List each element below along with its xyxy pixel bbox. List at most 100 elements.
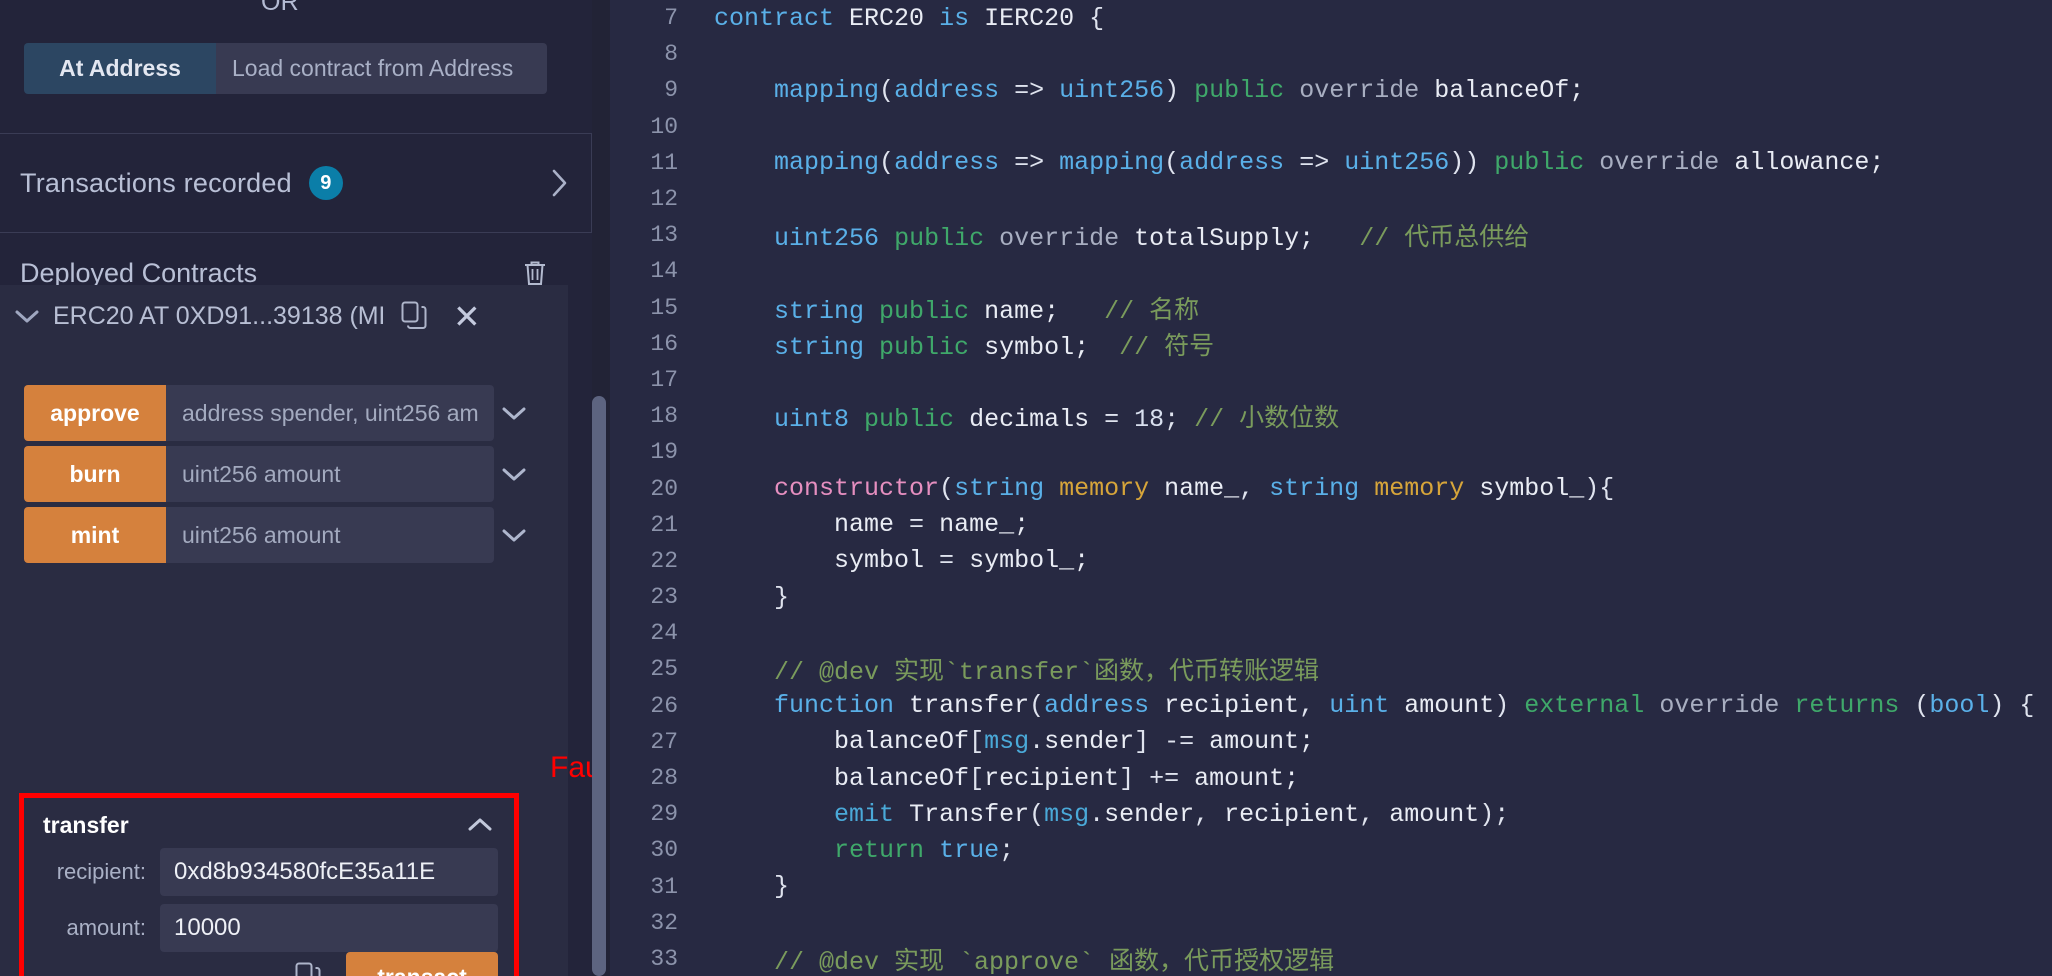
- recipient-label: recipient:: [56, 859, 146, 884]
- line-number: 24: [650, 620, 678, 647]
- line-number: 7: [664, 5, 678, 32]
- function-input-mint[interactable]: [166, 507, 494, 563]
- code-text: balanceOf[recipient] += amount;: [834, 763, 1300, 793]
- at-address-row: At Address: [24, 43, 547, 94]
- contract-title: ERC20 AT 0XD91...39138 (MEMOF: [53, 301, 383, 330]
- code-line: 24: [610, 615, 2052, 651]
- transfer-title: transfer: [43, 811, 129, 838]
- line-number: 12: [650, 186, 678, 213]
- code-line: 23 }: [610, 579, 2052, 615]
- code-line: 27 balanceOf[msg.sender] -= amount;: [610, 724, 2052, 760]
- code-text: }: [714, 582, 790, 612]
- line-number: 26: [650, 692, 678, 719]
- function-input-burn[interactable]: [166, 446, 494, 502]
- code-text: string public name; // 名称: [774, 296, 1200, 326]
- transact-button[interactable]: transact: [346, 952, 498, 976]
- code-text: // @dev 实现`transfer`函数，代币转账逻辑: [774, 658, 1320, 688]
- code-line: 8: [610, 36, 2052, 72]
- line-number: 19: [650, 439, 678, 466]
- code-text: name = name_;: [834, 510, 1030, 540]
- line-number: 25: [650, 656, 678, 683]
- line-number: 31: [650, 873, 678, 900]
- code-line: 15 string public name; // 名称: [610, 290, 2052, 326]
- chevron-down-icon[interactable]: [14, 308, 40, 324]
- line-number: 8: [664, 41, 678, 68]
- code-line: 14: [610, 253, 2052, 289]
- contract-header[interactable]: ERC20 AT 0XD91...39138 (MEMOF ✕: [0, 285, 568, 347]
- code-line: 25 // @dev 实现`transfer`函数，代币转账逻辑: [610, 651, 2052, 687]
- line-number: 33: [650, 945, 678, 972]
- line-number: 29: [650, 801, 678, 828]
- code-line: 9 mapping(address => uint256) public ove…: [610, 72, 2052, 108]
- code-text: balanceOf[msg.sender] -= amount;: [834, 727, 1315, 757]
- chevron-down-icon[interactable]: [494, 507, 534, 563]
- recipient-field-row: recipient:: [43, 848, 498, 896]
- copy-icon[interactable]: [401, 301, 427, 331]
- chevron-down-icon[interactable]: [494, 385, 534, 441]
- code-text: uint8 public decimals = 18; // 小数位数: [774, 405, 1340, 435]
- code-line: 20 constructor(string memory name_, stri…: [610, 470, 2052, 506]
- code-line: 18 uint8 public decimals = 18; // 小数位数: [610, 398, 2052, 434]
- code-line: 13 uint256 public override totalSupply; …: [610, 217, 2052, 253]
- line-number: 30: [650, 837, 678, 864]
- function-button-mint[interactable]: mint: [24, 507, 166, 563]
- transfer-actions: transact: [43, 952, 498, 976]
- function-row-approve: approve: [24, 385, 534, 441]
- code-line: 30 return true;: [610, 832, 2052, 868]
- code-line: 26 function transfer(address recipient, …: [610, 688, 2052, 724]
- line-number: 22: [650, 547, 678, 574]
- at-address-button[interactable]: At Address: [24, 43, 216, 94]
- transactions-recorded-row[interactable]: Transactions recorded 9: [0, 133, 592, 233]
- line-number: 27: [650, 728, 678, 755]
- chevron-up-icon[interactable]: [467, 817, 493, 833]
- code-lines: 7 contract ERC20 is IERC20 { 8 9 mapping(ad…: [610, 0, 2052, 976]
- code-text: uint256 public override totalSupply; // …: [774, 224, 1530, 254]
- code-line: 31 }: [610, 869, 2052, 905]
- copy-icon[interactable]: [295, 962, 321, 976]
- code-text: }: [714, 872, 790, 902]
- deployed-contracts-title: Deployed Contracts: [20, 257, 258, 288]
- line-number: 20: [650, 475, 678, 502]
- line-number: 15: [650, 294, 678, 321]
- line-number: 9: [664, 77, 678, 104]
- function-button-burn[interactable]: burn: [24, 446, 166, 502]
- code-line: 19: [610, 434, 2052, 470]
- code-text: constructor(string memory name_, string …: [774, 474, 1615, 504]
- code-text: contract ERC20 is IERC20 {: [714, 3, 1105, 33]
- line-number: 14: [650, 258, 678, 285]
- function-input-approve[interactable]: [166, 385, 494, 441]
- code-line: 11 mapping(address => mapping(address =>…: [610, 145, 2052, 181]
- left-panel-scrollbar[interactable]: [592, 396, 606, 976]
- transfer-function-panel: transfer recipient: amount:: [19, 793, 519, 976]
- code-text: mapping(address => uint256) public overr…: [774, 75, 1585, 105]
- transfer-header[interactable]: transfer: [43, 808, 493, 842]
- code-line: 28 balanceOf[recipient] += amount;: [610, 760, 2052, 796]
- code-text: // @dev 实现 `approve` 函数，代币授权逻辑: [774, 947, 1335, 976]
- line-number: 21: [650, 511, 678, 538]
- code-text: function transfer(address recipient, uin…: [774, 691, 2035, 721]
- code-line: 33 // @dev 实现 `approve` 函数，代币授权逻辑: [610, 941, 2052, 976]
- line-number: 17: [650, 366, 678, 393]
- chevron-right-icon[interactable]: [551, 168, 569, 198]
- code-line: 16 string public symbol; // 符号: [610, 326, 2052, 362]
- chevron-down-icon[interactable]: [494, 446, 534, 502]
- code-line: 12: [610, 181, 2052, 217]
- recipient-input[interactable]: [160, 848, 498, 896]
- code-text: symbol = symbol_;: [834, 546, 1090, 576]
- code-text: mapping(address => mapping(address => ui…: [774, 148, 1885, 178]
- close-icon[interactable]: ✕: [453, 300, 481, 333]
- function-button-approve[interactable]: approve: [24, 385, 166, 441]
- function-row-burn: burn: [24, 446, 534, 502]
- faucet-address-annotation: Faucet合约地址: [550, 751, 592, 784]
- amount-field-row: amount:: [43, 904, 498, 952]
- amount-label: amount:: [66, 915, 147, 940]
- amount-input[interactable]: [160, 904, 498, 952]
- code-editor[interactable]: 7 contract ERC20 is IERC20 { 8 9 mapping(ad…: [610, 0, 2052, 976]
- deploy-run-panel: OR At Address Transactions recorded 9 De…: [0, 0, 592, 976]
- code-text: return true;: [834, 835, 1015, 865]
- or-separator-label: OR: [260, 0, 300, 16]
- trash-icon[interactable]: [522, 259, 548, 287]
- at-address-input[interactable]: [216, 43, 547, 94]
- function-row-mint: mint: [24, 507, 534, 563]
- code-line: 22 symbol = symbol_;: [610, 543, 2052, 579]
